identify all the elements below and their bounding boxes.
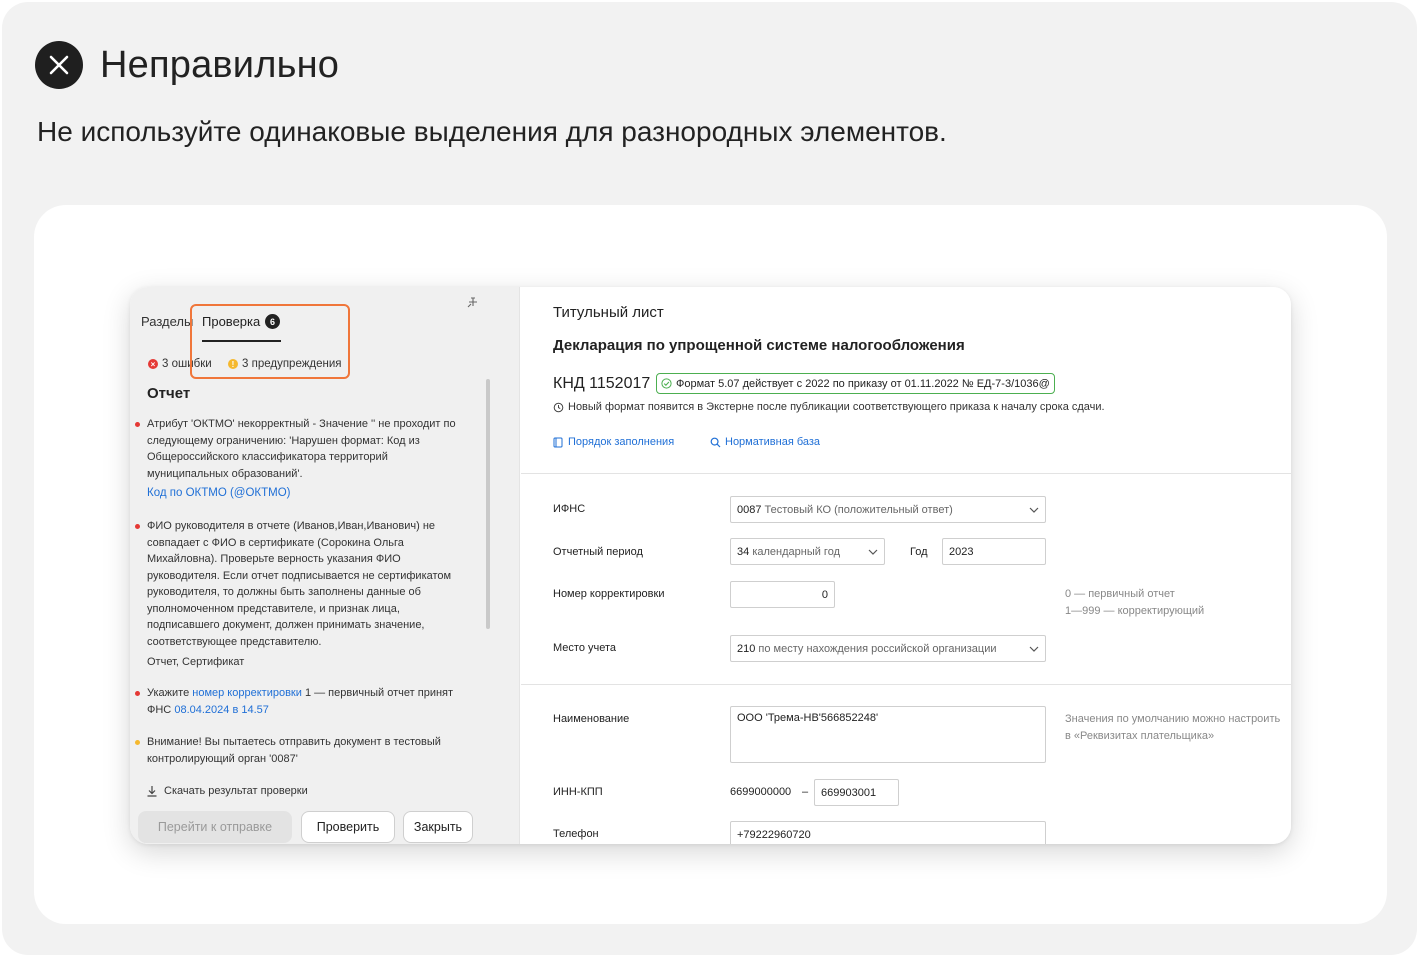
form-panel: Титульный лист Декларация по упрощенной … xyxy=(521,287,1291,844)
normative-link-label: Нормативная база xyxy=(725,436,821,448)
check-message-text: ФИО руководителя в отчете (Иванов,Иван,И… xyxy=(147,520,452,648)
year-input[interactable]: 2023 xyxy=(942,538,1046,565)
normative-link[interactable]: Нормативная база xyxy=(710,436,820,448)
correction-number-link[interactable]: номер корректировки xyxy=(192,687,302,699)
error-bullet-icon xyxy=(135,691,140,696)
book-icon xyxy=(553,437,563,447)
check-message: Атрибут 'ОКТМО' некорректный - Значение … xyxy=(147,416,465,502)
kpp-input[interactable]: 669903001 xyxy=(814,779,899,806)
inn-value: 6699000000 xyxy=(730,786,792,798)
chevron-down-icon xyxy=(1029,507,1039,513)
warning-bullet-icon xyxy=(135,740,140,745)
new-format-note: Новый формат появится в Экстерне после п… xyxy=(553,401,1105,413)
download-icon xyxy=(147,786,157,797)
year-label: Год xyxy=(910,546,928,558)
period-label: Отчетный период xyxy=(553,546,643,558)
phone-label: Телефон xyxy=(553,828,599,840)
download-label: Скачать результат проверки xyxy=(164,785,308,797)
check-message: Укажите номер корректировки 1 — первичны… xyxy=(147,685,465,718)
place-text: по месту нахождения российской организац… xyxy=(758,642,997,655)
name-hint-line: в «Реквизитах плательщика» xyxy=(1065,729,1215,742)
divider xyxy=(521,473,1291,474)
check-message-text: Атрибут 'ОКТМО' некорректный - Значение … xyxy=(147,418,456,480)
check-button[interactable]: Проверить xyxy=(301,811,395,843)
close-icon xyxy=(35,41,83,89)
chevron-down-icon xyxy=(868,549,878,555)
screenshot-example: Разделы Проверка 6 × 3 ошибки ! 3 предуп… xyxy=(130,287,1291,844)
period-select[interactable]: 34 календарный год xyxy=(730,538,885,565)
correction-label: Номер корректировки xyxy=(553,588,665,600)
divider xyxy=(521,684,1291,685)
procedure-link-label: Порядок заполнения xyxy=(568,436,675,448)
report-title: Отчет xyxy=(147,385,191,402)
history-icon xyxy=(553,402,564,412)
section-title: Титульный лист xyxy=(553,304,664,321)
page-title: Неправильно xyxy=(100,43,340,86)
tab-sections[interactable]: Разделы xyxy=(141,314,193,329)
place-select[interactable]: 210 по месту нахождения российской орган… xyxy=(730,635,1046,662)
name-hint-line: Значения по умолчанию можно настроить xyxy=(1065,713,1281,725)
check-message: Внимание! Вы пытаетесь отправить докумен… xyxy=(147,734,465,767)
check-panel: Разделы Проверка 6 × 3 ошибки ! 3 предуп… xyxy=(130,287,520,844)
ifns-text: Тестовый КО (положительный ответ) xyxy=(764,503,953,516)
error-bullet-icon xyxy=(135,524,140,529)
ifns-label: ИФНС xyxy=(553,503,586,515)
check-circle-icon xyxy=(661,378,672,389)
phone-input[interactable]: +79222960720 xyxy=(730,821,1046,844)
check-message: ФИО руководителя в отчете (Иванов,Иван,И… xyxy=(147,518,465,671)
correction-hint-line: 0 — первичный отчет xyxy=(1065,588,1175,600)
check-message-link[interactable]: Код по ОКТМО (@ОКТМО) xyxy=(147,485,465,502)
knd-code: КНД 1152017 xyxy=(553,375,651,392)
header-row: Неправильно xyxy=(35,41,339,89)
check-message-text: Внимание! Вы пытаетесь отправить докумен… xyxy=(147,736,441,765)
place-code: 210 xyxy=(737,642,756,655)
procedure-link[interactable]: Порядок заполнения xyxy=(553,436,674,448)
chevron-down-icon xyxy=(1029,646,1039,652)
correction-hint: 0 — первичный отчет 1—999 — корректирующ… xyxy=(1065,586,1204,619)
ifns-code: 0087 xyxy=(737,503,762,516)
pin-icon[interactable] xyxy=(466,295,480,314)
correction-hint-line: 1—999 — корректирующий xyxy=(1065,604,1205,617)
orange-highlight-frame xyxy=(190,304,350,379)
download-results-link[interactable]: Скачать результат проверки xyxy=(146,785,308,797)
period-text: календарный год xyxy=(752,545,840,558)
page-subtitle: Не используйте одинаковые выделения для … xyxy=(37,116,947,147)
place-label: Место учета xyxy=(553,642,617,654)
go-to-send-button[interactable]: Перейти к отправке xyxy=(138,811,292,843)
scrollbar[interactable] xyxy=(486,379,490,629)
error-bullet-icon xyxy=(135,422,140,427)
inn-kpp-dash: – xyxy=(802,786,809,798)
name-hint: Значения по умолчанию можно настроить в … xyxy=(1065,711,1280,744)
name-label: Наименование xyxy=(553,713,630,725)
inn-kpp-label: ИНН-КПП xyxy=(553,786,603,798)
error-icon: × xyxy=(148,359,158,369)
correction-input[interactable]: 0 xyxy=(730,581,835,608)
period-code: 34 xyxy=(737,545,750,558)
search-icon xyxy=(710,437,721,447)
declaration-title: Декларация по упрощенной системе налогоо… xyxy=(553,337,965,354)
format-badge-text: Формат 5.07 действует с 2022 по приказу … xyxy=(676,377,1050,390)
ifns-select[interactable]: 0087 Тестовый КО (положительный ответ) xyxy=(730,496,1046,523)
new-format-note-text: Новый формат появится в Экстерне после п… xyxy=(568,401,1105,413)
format-badge: Формат 5.07 действует с 2022 по приказу … xyxy=(656,373,1055,394)
check-message-prefix: Укажите xyxy=(147,687,190,699)
close-button[interactable]: Закрыть xyxy=(403,811,473,843)
check-message-footer: Отчет, Сертификат xyxy=(147,656,245,668)
accepted-date-link[interactable]: 08.04.2024 в 14.57 xyxy=(174,704,269,716)
name-textarea[interactable]: ООО 'Трема-НВ'566852248' xyxy=(730,706,1046,763)
